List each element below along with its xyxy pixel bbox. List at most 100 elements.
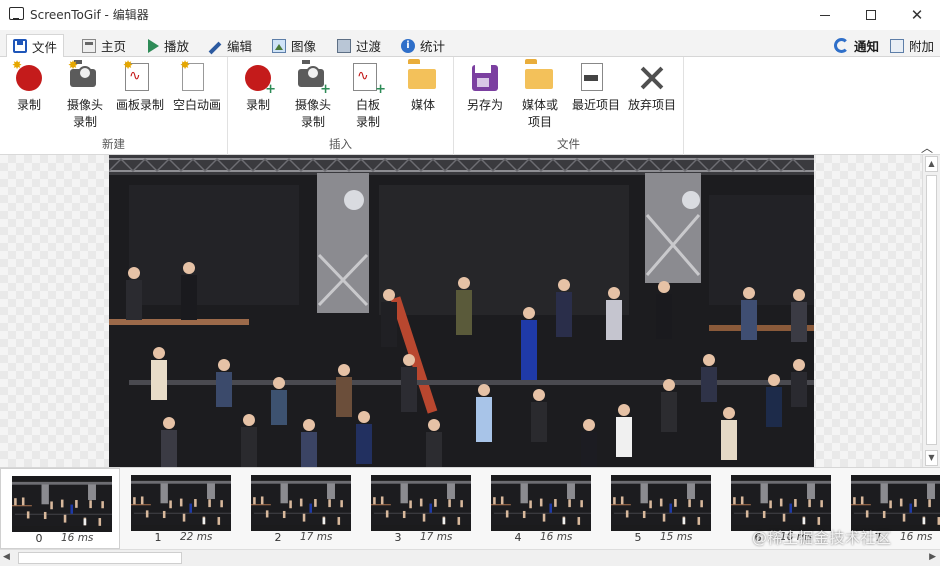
frame-delay: 16 ms <box>540 531 573 543</box>
refresh-icon <box>834 38 849 53</box>
extras-icon <box>890 38 904 53</box>
scroll-right-arrow-icon[interactable]: ▶ <box>929 552 936 562</box>
insert-webcam-button[interactable]: + 摄像头录制 <box>284 63 342 131</box>
scroll-left-arrow-icon[interactable]: ◀ <box>3 552 10 562</box>
scroll-up-arrow-icon[interactable]: ▲ <box>925 156 938 172</box>
frame-delay: 17 ms <box>300 531 333 543</box>
frame-delay: 17 ms <box>420 531 453 543</box>
close-button[interactable]: ✕ <box>894 0 940 30</box>
button-label: 录制 <box>16 98 41 112</box>
button-label: 最近项目 <box>571 98 620 112</box>
frame-thumbnail-image <box>491 475 591 531</box>
scroll-down-arrow-icon[interactable]: ▼ <box>925 450 938 466</box>
button-label: 白板录制 <box>355 98 380 129</box>
frame-thumbnail-image <box>131 475 231 531</box>
tab-home[interactable]: 主页 <box>76 34 132 57</box>
folder-icon <box>525 63 555 93</box>
blank-page-icon: ✸ <box>180 59 212 93</box>
tab-edit[interactable]: 编辑 <box>202 34 258 57</box>
button-label: 摄像头录制 <box>66 98 103 129</box>
button-label: 另存为 <box>466 98 503 112</box>
watermark: @稀土掘金技术社区 <box>752 529 892 547</box>
extras-button[interactable]: 附加 <box>884 34 940 57</box>
board-icon: + <box>353 63 386 96</box>
ribbon-group-file: 另存为 媒体或项目 最近项目 放弃项目 文件 <box>454 57 684 155</box>
frame-thumbnail[interactable]: 2 17 ms <box>240 468 360 549</box>
frame-thumbnail[interactable]: 3 17 ms <box>360 468 480 549</box>
tab-label: 文件 <box>32 39 58 55</box>
tab-label: 图像 <box>291 39 317 54</box>
transition-icon <box>337 38 351 53</box>
recent-projects-button[interactable]: 最近项目 <box>567 63 625 114</box>
save-as-button[interactable]: 另存为 <box>456 63 514 114</box>
close-icon: ✕ <box>910 6 924 24</box>
horizontal-scrollbar[interactable]: ◀ ▶ <box>0 549 940 566</box>
group-label: 新建 <box>102 137 125 151</box>
frame-delay: 16 ms <box>900 531 933 543</box>
new-record-button[interactable]: ✸ 录制 <box>0 59 58 114</box>
tab-file[interactable]: 文件 <box>6 34 65 58</box>
play-icon <box>148 38 159 53</box>
folder-icon <box>408 63 438 93</box>
notifications-button[interactable]: 通知 <box>828 34 885 57</box>
button-label: 摄像头录制 <box>294 98 331 129</box>
group-label: 插入 <box>329 137 352 151</box>
new-webcam-button[interactable]: ✸ 摄像头录制 <box>56 59 114 131</box>
tab-transitions[interactable]: 过渡 <box>331 34 387 57</box>
frame-thumbnail[interactable]: 0 16 ms <box>0 468 120 549</box>
open-media-or-project-button[interactable]: 媒体或项目 <box>511 63 569 131</box>
frame-number: 1 <box>154 531 162 544</box>
tab-label: 编辑 <box>227 39 253 54</box>
frame-canvas[interactable] <box>0 155 922 467</box>
frame-thumbnail[interactable]: 1 22 ms <box>120 468 240 549</box>
maximize-icon <box>866 10 876 20</box>
tab-label: 主页 <box>101 39 127 54</box>
maximize-button[interactable] <box>848 0 894 30</box>
horizontal-scroll-thumb[interactable] <box>18 552 182 564</box>
record-icon: ✸ <box>12 59 44 93</box>
frame-number: 4 <box>514 531 522 544</box>
new-board-button[interactable]: ✸ 画板录制 <box>111 59 169 114</box>
button-label: 媒体 <box>410 98 435 112</box>
tab-statistics[interactable]: i 统计 <box>395 34 451 57</box>
extras-label: 附加 <box>909 39 935 54</box>
frame-number: 5 <box>634 531 642 544</box>
tab-label: 统计 <box>420 39 446 54</box>
button-label: 画板录制 <box>115 98 164 112</box>
new-blank-button[interactable]: ✸ 空白动画 <box>168 59 226 114</box>
tab-image[interactable]: 图像 <box>266 34 322 57</box>
frame-number: 3 <box>394 531 402 544</box>
frame-thumbnail[interactable]: 5 15 ms <box>600 468 720 549</box>
pencil-icon <box>208 41 222 54</box>
frame-thumbnail-image <box>12 476 112 532</box>
frame-delay: 22 ms <box>180 531 213 543</box>
tab-playback[interactable]: 播放 <box>142 34 195 57</box>
record-icon: + <box>243 63 276 96</box>
camera-icon: ✸ <box>68 59 100 93</box>
frame-thumbnail-image <box>731 475 831 531</box>
insert-record-button[interactable]: + 录制 <box>229 63 287 114</box>
window-title: ScreenToGif - 编辑器 <box>30 8 149 22</box>
floppy-icon <box>470 63 500 93</box>
frame-delay: 16 ms <box>61 532 94 544</box>
vertical-scroll-thumb[interactable] <box>926 175 937 445</box>
group-label: 文件 <box>557 137 580 151</box>
title-bar: ScreenToGif - 编辑器 ✕ <box>0 0 940 30</box>
button-label: 媒体或项目 <box>521 98 558 129</box>
save-icon <box>13 39 27 53</box>
ribbon-group-insert: + 录制 + 摄像头录制 + 白板录制 媒体 插入 <box>228 57 454 155</box>
frame-thumbnail-image <box>611 475 711 531</box>
image-icon <box>272 38 286 53</box>
minimize-icon <box>820 14 830 16</box>
insert-board-button[interactable]: + 白板录制 <box>339 63 397 131</box>
discard-project-button[interactable]: 放弃项目 <box>623 63 681 114</box>
frame-delay: 15 ms <box>660 531 693 543</box>
current-frame-image <box>109 155 814 467</box>
tab-label: 播放 <box>164 39 190 54</box>
frame-thumbnail[interactable]: 4 16 ms <box>480 468 600 549</box>
app-icon <box>9 7 24 20</box>
insert-media-button[interactable]: 媒体 <box>394 63 452 114</box>
minimize-button[interactable] <box>802 0 848 30</box>
vertical-scrollbar[interactable]: ▲ ▼ <box>922 155 940 467</box>
collapse-ribbon-chevron-icon[interactable]: ︿ <box>921 139 933 156</box>
